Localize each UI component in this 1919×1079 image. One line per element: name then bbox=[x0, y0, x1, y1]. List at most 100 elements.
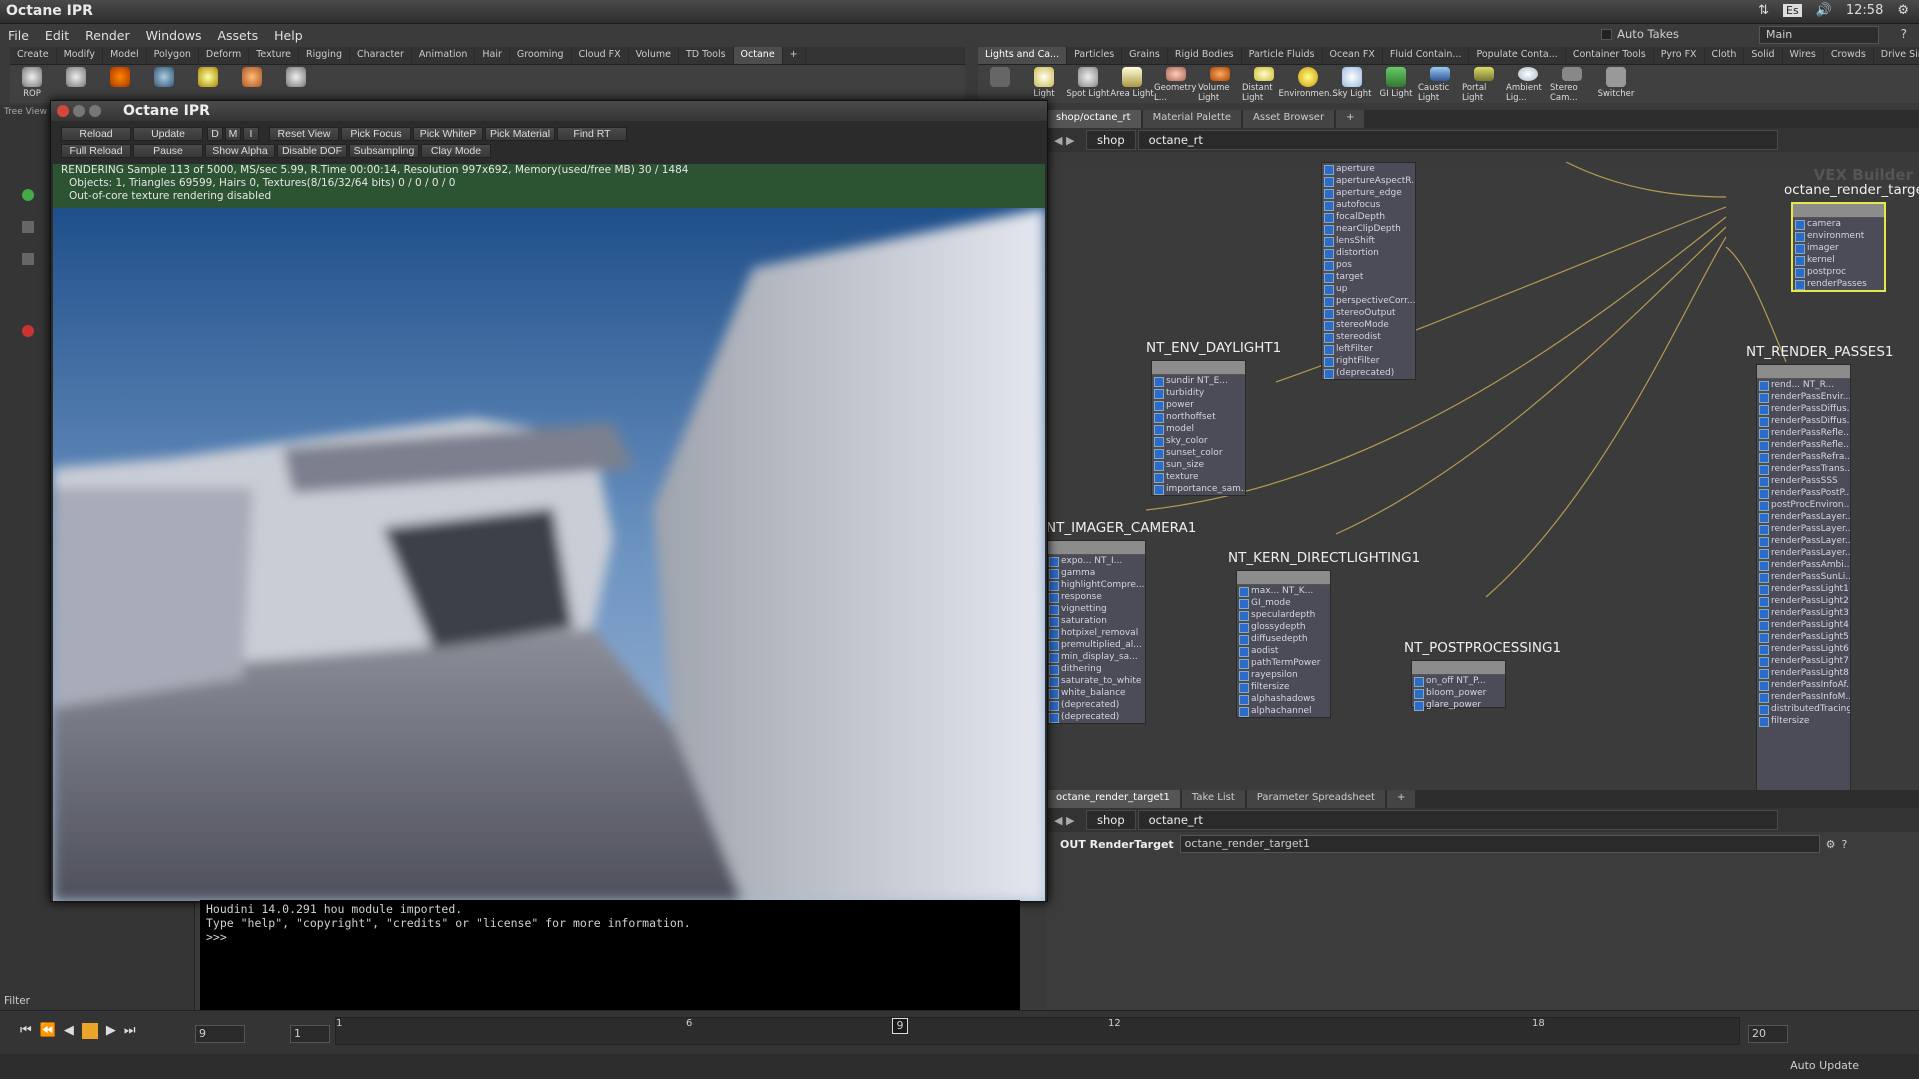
node-title-kern-directlighting[interactable]: NT_KERN_DIRECTLIGHTING1 bbox=[1228, 550, 1420, 566]
pick-whitepoint-button[interactable]: Pick WhiteP bbox=[413, 127, 483, 141]
port[interactable]: expo... NT_I... bbox=[1047, 555, 1145, 567]
tab-material-palette[interactable]: Material Palette bbox=[1142, 110, 1242, 128]
port[interactable]: renderPassAmbi... bbox=[1757, 559, 1850, 571]
port[interactable]: saturation bbox=[1047, 615, 1145, 627]
port[interactable]: renderPassLight3 bbox=[1757, 607, 1850, 619]
port[interactable]: alphashadows bbox=[1237, 693, 1330, 705]
port[interactable]: renderPassDiffus... bbox=[1757, 415, 1850, 427]
port[interactable]: gamma bbox=[1047, 567, 1145, 579]
port[interactable]: renderPassLight5 bbox=[1757, 631, 1850, 643]
port[interactable]: renderPassLayer... bbox=[1757, 523, 1850, 535]
port[interactable]: renderPassEnvir... bbox=[1757, 391, 1850, 403]
port[interactable]: vignetting bbox=[1047, 603, 1145, 615]
switcher-tool[interactable]: Switcher bbox=[1594, 65, 1638, 103]
port[interactable]: perspectiveCorr... bbox=[1322, 295, 1415, 307]
port[interactable]: kernel bbox=[1793, 254, 1884, 266]
port[interactable]: rend... NT_R... bbox=[1757, 379, 1850, 391]
disable-dof-button[interactable]: Disable DOF bbox=[277, 144, 347, 158]
add-shelf-tab-icon[interactable]: + bbox=[783, 47, 806, 64]
ambient-light-tool[interactable]: Ambient Lig... bbox=[1506, 65, 1550, 103]
shelf-tab-container-tools[interactable]: Container Tools bbox=[1566, 47, 1654, 64]
shelf-tab-character[interactable]: Character bbox=[350, 47, 412, 64]
port[interactable]: pathTermPower bbox=[1237, 657, 1330, 669]
shelf-tab-hair[interactable]: Hair bbox=[475, 47, 510, 64]
port[interactable]: renderPassLight8 bbox=[1757, 667, 1850, 679]
shelf-tab-populate-containers[interactable]: Populate Conta... bbox=[1469, 47, 1566, 64]
keyboard-layout-icon[interactable]: Es bbox=[1783, 4, 1802, 17]
node-header[interactable] bbox=[1412, 661, 1505, 675]
port[interactable]: stereodist bbox=[1322, 331, 1415, 343]
shelf-tab-ocean-fx[interactable]: Ocean FX bbox=[1323, 47, 1383, 64]
tree-items[interactable] bbox=[8, 185, 38, 545]
breadcrumb-octane-rt[interactable]: octane_rt bbox=[1137, 130, 1778, 150]
port[interactable]: renderPassRefle... bbox=[1757, 427, 1850, 439]
add-tab-icon[interactable]: + bbox=[1386, 790, 1416, 808]
port[interactable]: glare_power bbox=[1412, 699, 1505, 711]
shelf-tab-lights-cameras[interactable]: Lights and Ca... bbox=[978, 47, 1068, 64]
obj-icon[interactable] bbox=[22, 189, 34, 201]
full-reload-button[interactable]: Full Reload bbox=[61, 144, 131, 158]
subsampling-button[interactable]: Subsampling bbox=[349, 144, 419, 158]
port[interactable]: imager bbox=[1793, 242, 1884, 254]
node-title-env-daylight[interactable]: NT_ENV_DAYLIGHT1 bbox=[1146, 340, 1281, 356]
breadcrumb-shop[interactable]: shop bbox=[1086, 810, 1136, 830]
playhead[interactable]: 9 bbox=[892, 1018, 908, 1034]
geometry-light-tool[interactable]: Geometry L... bbox=[1154, 65, 1198, 103]
port[interactable]: GI_mode bbox=[1237, 597, 1330, 609]
caustic-light-tool[interactable]: Caustic Light bbox=[1418, 65, 1462, 103]
maximize-icon[interactable] bbox=[89, 105, 101, 117]
shelf-tab-drive-simulation[interactable]: Drive Simulati... bbox=[1874, 47, 1919, 64]
rop-tool[interactable]: ROP bbox=[10, 65, 54, 103]
port[interactable]: autofocus bbox=[1322, 199, 1415, 211]
port[interactable]: renderPassLight1 bbox=[1757, 583, 1850, 595]
node-title-imager-camera[interactable]: NT_IMAGER_CAMERA1 bbox=[1046, 520, 1196, 536]
environment-light-tool[interactable]: Environmen... bbox=[1278, 65, 1338, 103]
port[interactable]: focalDepth bbox=[1322, 211, 1415, 223]
auto-takes-checkbox[interactable] bbox=[1601, 28, 1613, 40]
port[interactable]: renderPassPostP... bbox=[1757, 487, 1850, 499]
i-button[interactable]: I bbox=[243, 127, 259, 141]
port[interactable]: (deprecated) bbox=[1322, 367, 1415, 379]
shop-icon[interactable] bbox=[22, 325, 34, 337]
shelf-tab-wires[interactable]: Wires bbox=[1783, 47, 1824, 64]
port[interactable]: premultiplied_al... bbox=[1047, 639, 1145, 651]
node-title-render-passes[interactable]: NT_RENDER_PASSES1 bbox=[1746, 344, 1894, 360]
port[interactable]: sundir NT_E... bbox=[1152, 375, 1245, 387]
shelf-tab-cloth[interactable]: Cloth bbox=[1705, 47, 1745, 64]
port[interactable]: up bbox=[1322, 283, 1415, 295]
port[interactable]: nearClipDepth bbox=[1322, 223, 1415, 235]
shelf-tab-solid[interactable]: Solid bbox=[1744, 47, 1783, 64]
port[interactable]: renderPassLight4 bbox=[1757, 619, 1850, 631]
port[interactable]: rayepsilon bbox=[1237, 669, 1330, 681]
start-frame-field[interactable]: 1 bbox=[290, 1025, 330, 1043]
port[interactable]: importance_sam... bbox=[1152, 483, 1245, 495]
port[interactable]: pos bbox=[1322, 259, 1415, 271]
env-daylight-node[interactable]: sundir NT_E... turbidity power northoffs… bbox=[1151, 360, 1246, 496]
port[interactable]: stereoMode bbox=[1322, 319, 1415, 331]
port[interactable]: renderPassInfoAf... bbox=[1757, 679, 1850, 691]
volume-light-tool[interactable]: Volume Light bbox=[1198, 65, 1242, 103]
menu-help[interactable]: Help bbox=[266, 28, 311, 43]
shelf-tab-crowds[interactable]: Crowds bbox=[1824, 47, 1874, 64]
shelf-tab-grains[interactable]: Grains bbox=[1122, 47, 1168, 64]
port[interactable]: aperture_edge bbox=[1322, 187, 1415, 199]
port[interactable]: distortion bbox=[1322, 247, 1415, 259]
node-title-render-target[interactable]: octane_render_target1 bbox=[1784, 182, 1919, 198]
shelf-tab-polygon[interactable]: Polygon bbox=[147, 47, 199, 64]
stereo-camera-tool[interactable]: Stereo Cam... bbox=[1550, 65, 1594, 103]
node-header[interactable] bbox=[1757, 365, 1850, 379]
clay-mode-button[interactable]: Clay Mode bbox=[421, 144, 491, 158]
octane-tool-5[interactable] bbox=[186, 65, 230, 103]
shelf-tab-cloud-fx[interactable]: Cloud FX bbox=[572, 47, 629, 64]
postprocessing-node[interactable]: on_off NT_P... bloom_power glare_power bbox=[1411, 660, 1506, 711]
port[interactable]: saturate_to_white bbox=[1047, 675, 1145, 687]
play-reverse-icon[interactable]: ◀ bbox=[64, 1023, 74, 1039]
back-forward-icons[interactable]: ◀ ▶ bbox=[1046, 134, 1086, 147]
port[interactable]: dithering bbox=[1047, 663, 1145, 675]
pick-material-button[interactable]: Pick Material bbox=[485, 127, 555, 141]
step-back-icon[interactable]: ⏪ bbox=[40, 1023, 56, 1039]
ipr-titlebar[interactable]: Octane IPR bbox=[51, 101, 1047, 121]
shelf-tab-animation[interactable]: Animation bbox=[412, 47, 476, 64]
sky-light-tool[interactable]: Sky Light bbox=[1330, 65, 1374, 103]
network-icon[interactable]: ⇅ bbox=[1758, 3, 1769, 18]
